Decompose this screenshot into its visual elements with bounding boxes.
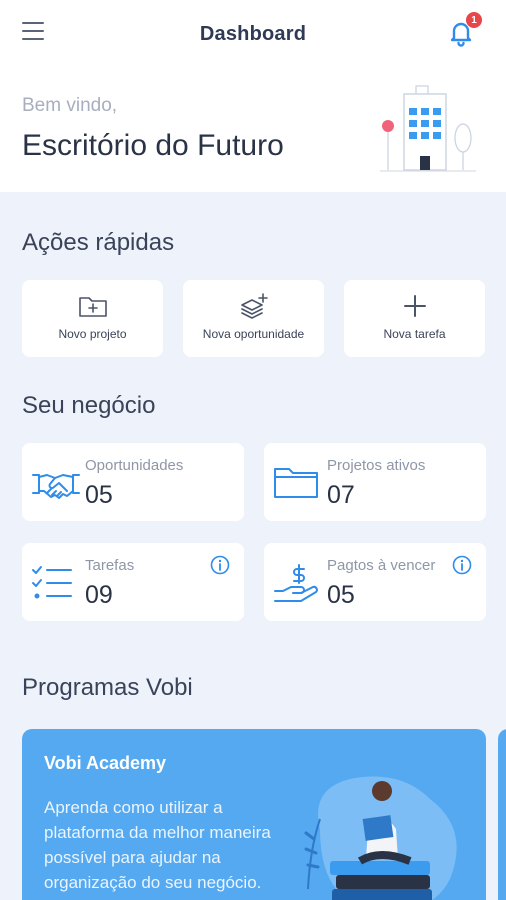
new-opportunity-label: Nova oportunidade — [202, 327, 305, 341]
business-title: Seu negócio — [22, 392, 156, 419]
stat-value-tasks: 09 — [85, 581, 113, 609]
stat-value-opportunities: 05 — [85, 481, 113, 509]
plus-icon — [403, 295, 426, 317]
vobi-academy-card[interactable]: Vobi Academy Aprenda como utilizar a pla… — [22, 729, 486, 900]
next-program-card[interactable] — [498, 729, 506, 900]
stat-card-opportunities[interactable]: Oportunidades 05 — [22, 443, 244, 521]
new-project-label: Novo projeto — [58, 327, 127, 341]
promo-title: Vobi Academy — [44, 753, 167, 773]
stat-label-payments-due: Pagtos à vencer — [327, 557, 436, 574]
stat-card-payments-due[interactable]: Pagtos à vencer 05 — [264, 543, 486, 621]
stat-label-tasks: Tarefas — [85, 557, 135, 574]
hamburger-menu-icon[interactable] — [22, 22, 44, 44]
info-icon[interactable] — [210, 555, 230, 575]
folder-plus-icon — [78, 297, 107, 317]
page-title: Dashboard — [199, 22, 307, 45]
notification-badge: 1 — [466, 12, 482, 28]
stat-value-payments-due: 05 — [327, 581, 355, 609]
new-task-label: Nova tarefa — [383, 327, 446, 341]
stat-label-active-projects: Projetos ativos — [327, 457, 426, 474]
promo-description: Aprenda como utilizar a plataforma da me… — [44, 798, 271, 892]
reading-person-illustration — [304, 776, 457, 900]
programs-title: Programas Vobi — [22, 674, 193, 701]
stat-label-opportunities: Oportunidades — [85, 457, 184, 474]
stat-card-tasks[interactable]: Tarefas 09 — [22, 543, 244, 621]
top-bar: Dashboard 1 — [0, 0, 506, 68]
checklist-icon — [32, 566, 72, 599]
handshake-icon — [32, 474, 80, 499]
notifications-bell-icon[interactable]: 1 — [446, 12, 482, 48]
new-task-button[interactable]: Nova tarefa — [344, 280, 485, 357]
stat-card-active-projects[interactable]: Projetos ativos 07 — [264, 443, 486, 521]
welcome-greeting: Bem vindo, — [22, 95, 118, 116]
layers-plus-icon — [240, 293, 268, 319]
office-building-illustration — [380, 85, 476, 172]
new-opportunity-button[interactable]: Nova oportunidade — [183, 280, 324, 357]
company-name: Escritório do Futuro — [22, 129, 284, 162]
stat-value-active-projects: 07 — [327, 481, 355, 509]
new-project-button[interactable]: Novo projeto — [22, 280, 163, 357]
welcome-section: Bem vindo, Escritório do Futuro — [0, 68, 506, 192]
folder-icon — [274, 468, 318, 498]
money-hand-icon — [274, 564, 318, 602]
info-icon[interactable] — [452, 555, 472, 575]
quick-actions-title: Ações rápidas — [22, 229, 175, 256]
